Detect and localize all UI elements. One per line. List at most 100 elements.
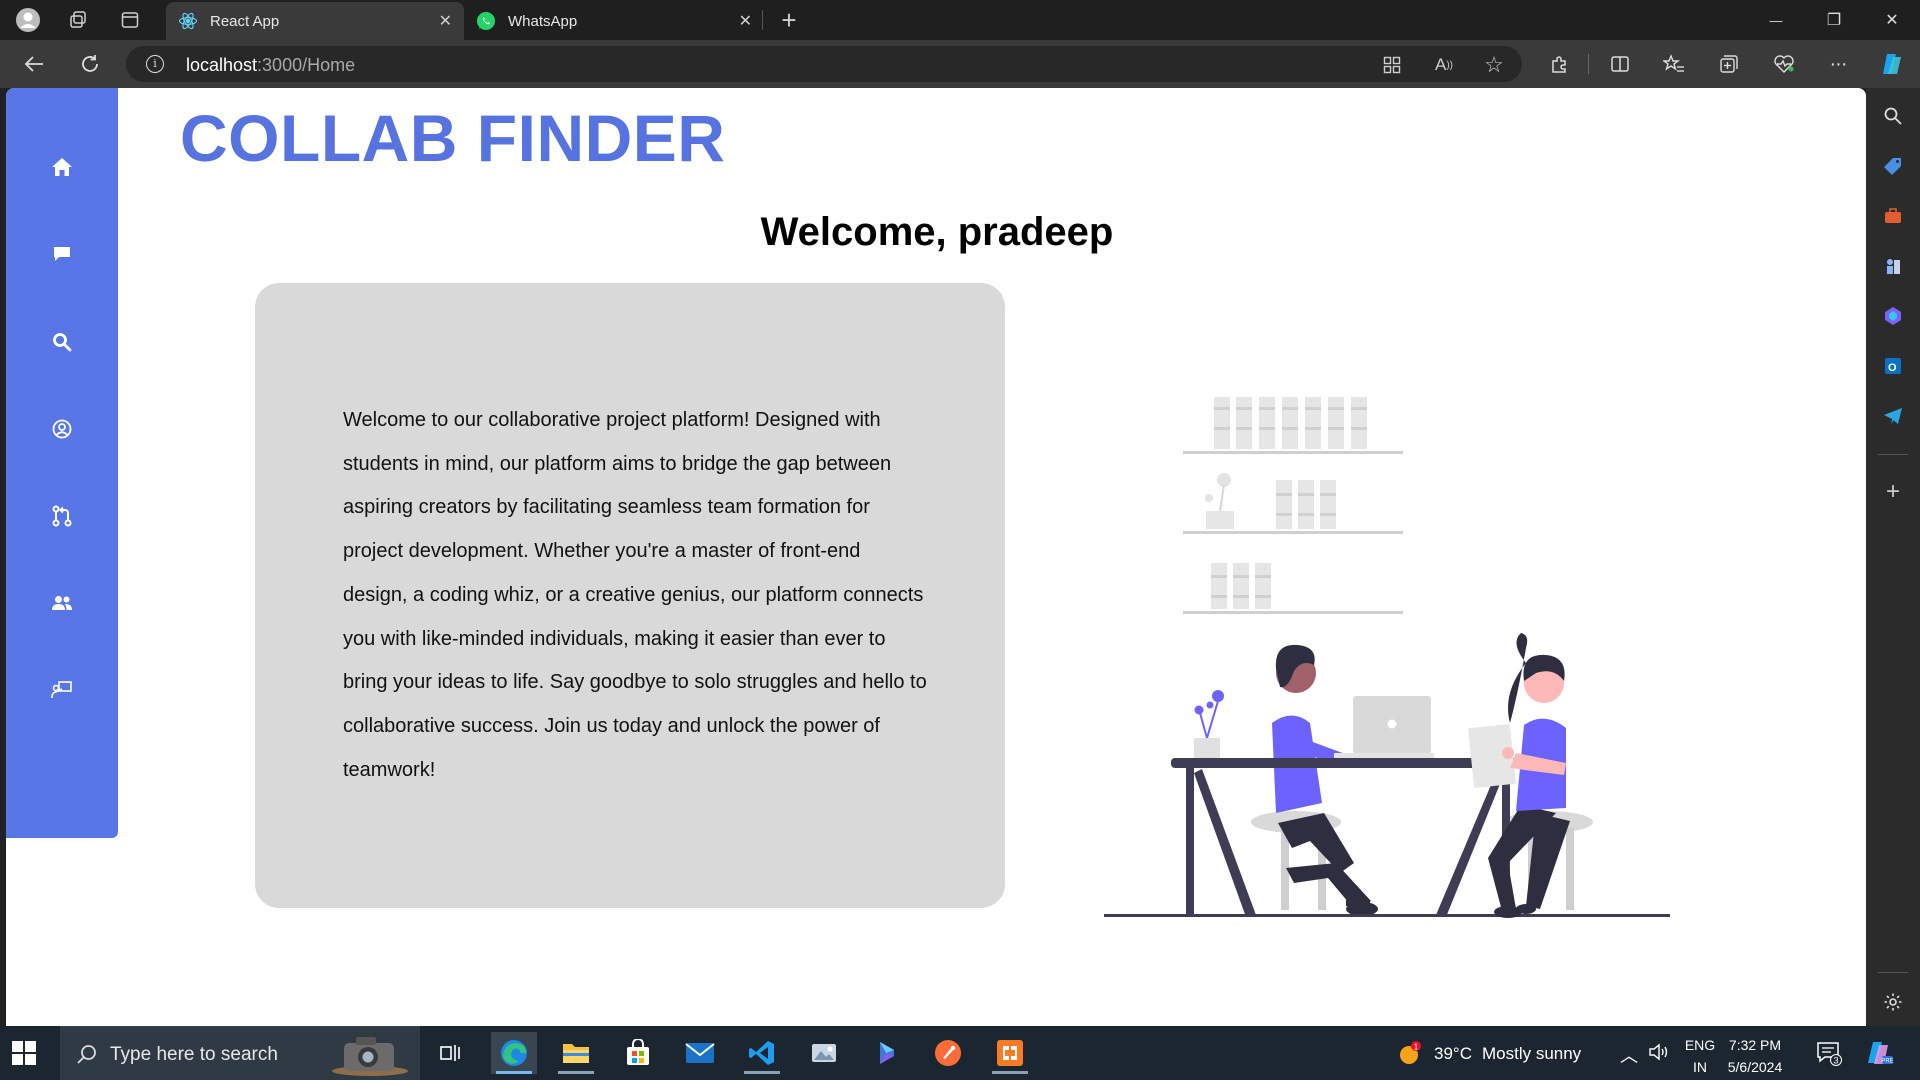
close-tab-icon[interactable]: ✕ xyxy=(439,11,452,31)
svg-text:1: 1 xyxy=(1414,1043,1419,1052)
running-app-indicator xyxy=(558,1071,594,1074)
windows-start-icon[interactable] xyxy=(12,1041,36,1065)
read-aloud-icon[interactable]: A)) xyxy=(1432,53,1456,77)
tools-briefcase-icon[interactable] xyxy=(1881,204,1905,228)
add-icon[interactable]: + xyxy=(1881,478,1905,505)
browser-toolbar: i localhost:3000/Home A)) ☆ ··· xyxy=(0,40,1920,88)
browser-tab-strip: React App ✕ WhatsApp ✕ + — ❐ ✕ xyxy=(0,0,1920,40)
home-icon xyxy=(52,158,72,176)
presentation-icon xyxy=(51,681,72,699)
svg-text:O: O xyxy=(1888,362,1897,374)
copilot-icon[interactable] xyxy=(1881,304,1905,328)
telegram-send-icon[interactable] xyxy=(1881,404,1905,428)
minimize-button[interactable]: — xyxy=(1748,0,1804,40)
input-language-indicator[interactable]: ENG IN xyxy=(1682,1034,1718,1078)
collaboration-illustration xyxy=(1104,397,1670,918)
new-tab-button[interactable]: + xyxy=(775,5,803,35)
intro-card: Welcome to our collaborative project pla… xyxy=(255,283,1005,908)
notifications-icon[interactable]: 3 xyxy=(1816,1040,1842,1071)
close-tab-icon[interactable]: ✕ xyxy=(739,11,752,31)
url-text[interactable]: localhost:3000/Home xyxy=(186,55,355,76)
react-logo-icon xyxy=(178,11,198,31)
nav-search[interactable] xyxy=(42,322,82,362)
site-info-icon[interactable]: i xyxy=(146,55,164,73)
volume-icon[interactable] xyxy=(1648,1042,1672,1067)
search-highlight-camera-icon xyxy=(332,1037,408,1076)
collections-icon[interactable] xyxy=(1713,50,1745,78)
active-app-indicator xyxy=(496,1071,532,1074)
split-screen-icon[interactable] xyxy=(1604,50,1636,78)
postman-icon[interactable] xyxy=(925,1032,971,1074)
running-app-indicator xyxy=(744,1071,780,1074)
microsoft-store-icon[interactable] xyxy=(615,1032,661,1074)
shelves xyxy=(1183,397,1403,614)
sidebar-divider xyxy=(1878,972,1908,973)
copilot-icon[interactable] xyxy=(1876,50,1908,78)
favorites-icon[interactable] xyxy=(1658,50,1690,78)
vertical-tabs-icon[interactable] xyxy=(116,6,144,34)
profile-avatar-icon[interactable] xyxy=(14,6,42,34)
taskbar-clock[interactable]: 7:32 PM 5/6/2024 xyxy=(1720,1034,1790,1078)
whatsapp-logo-icon xyxy=(476,11,496,31)
shopping-tag-icon[interactable] xyxy=(1881,154,1905,178)
weather-widget[interactable]: 1 39°C Mostly sunny xyxy=(1398,1040,1581,1068)
tab-whatsapp[interactable]: WhatsApp ✕ xyxy=(464,2,764,40)
nav-teams[interactable] xyxy=(42,583,82,623)
file-explorer-icon[interactable] xyxy=(553,1032,599,1074)
favorite-star-icon[interactable]: ☆ xyxy=(1482,52,1506,77)
edge-sidebar: O + xyxy=(1866,88,1920,1026)
weather-temperature: 39°C xyxy=(1434,1044,1472,1063)
laptop xyxy=(1334,696,1434,758)
svg-text:PRE: PRE xyxy=(1881,1059,1893,1065)
refresh-button[interactable] xyxy=(74,50,106,78)
back-button[interactable] xyxy=(18,50,50,78)
restore-button[interactable]: ❐ xyxy=(1806,0,1862,40)
tab-title: React App xyxy=(210,12,280,30)
clock-time: 7:32 PM xyxy=(1728,1037,1782,1053)
edge-icon[interactable] xyxy=(491,1032,537,1074)
search-icon[interactable] xyxy=(1881,104,1905,128)
task-view-icon[interactable] xyxy=(428,1032,474,1074)
table xyxy=(1104,758,1670,917)
team-icon xyxy=(52,596,72,610)
games-chess-icon[interactable] xyxy=(1881,254,1905,278)
refresh-icon xyxy=(82,55,98,72)
search-icon xyxy=(53,333,72,352)
show-hidden-icons-button[interactable]: ︿ xyxy=(1620,1042,1638,1068)
nav-profile[interactable] xyxy=(42,409,82,449)
running-app-indicator xyxy=(992,1071,1028,1074)
person-right xyxy=(1467,633,1570,918)
nav-projects[interactable] xyxy=(42,496,82,536)
vscode-icon[interactable] xyxy=(739,1032,785,1074)
nav-mentors[interactable] xyxy=(42,670,82,710)
toolbar-divider xyxy=(1588,54,1589,74)
search-placeholder: Type here to search xyxy=(110,1044,278,1065)
outlook-icon[interactable]: O xyxy=(1881,354,1905,378)
photos-icon[interactable] xyxy=(801,1032,847,1074)
mail-icon[interactable] xyxy=(677,1032,723,1074)
close-window-button[interactable]: ✕ xyxy=(1864,0,1920,40)
back-arrow-icon xyxy=(24,56,43,72)
address-bar[interactable]: i localhost:3000/Home A)) ☆ xyxy=(126,46,1522,82)
app-available-icon[interactable] xyxy=(1380,53,1404,77)
taskbar-search-box[interactable]: Type here to search xyxy=(60,1026,420,1080)
extensions-icon[interactable] xyxy=(1543,50,1575,78)
copilot-icon[interactable] xyxy=(863,1032,909,1074)
svg-text:3: 3 xyxy=(1833,1056,1838,1066)
pull-request-icon xyxy=(52,505,72,527)
sidebar-settings-icon[interactable] xyxy=(1881,990,1905,1014)
copilot-icon[interactable]: PRE xyxy=(1864,1038,1894,1073)
app-brand-title: COLLAB FINDER xyxy=(180,101,726,175)
xampp-icon[interactable] xyxy=(987,1032,1033,1074)
browser-essentials-icon[interactable] xyxy=(1768,50,1800,78)
page-viewport: COLLAB FINDER Welcome, pradeep Welcome t… xyxy=(6,88,1866,1026)
tab-title: WhatsApp xyxy=(508,12,578,30)
settings-more-icon[interactable]: ··· xyxy=(1822,50,1854,78)
app-sidebar xyxy=(6,88,118,838)
user-profile-icon xyxy=(52,419,72,439)
nav-home[interactable] xyxy=(42,147,82,187)
workspaces-icon[interactable] xyxy=(64,6,92,34)
intro-paragraph: Welcome to our collaborative project pla… xyxy=(343,409,927,781)
search-icon xyxy=(77,1045,96,1064)
tab-react-app[interactable]: React App ✕ xyxy=(166,2,464,40)
